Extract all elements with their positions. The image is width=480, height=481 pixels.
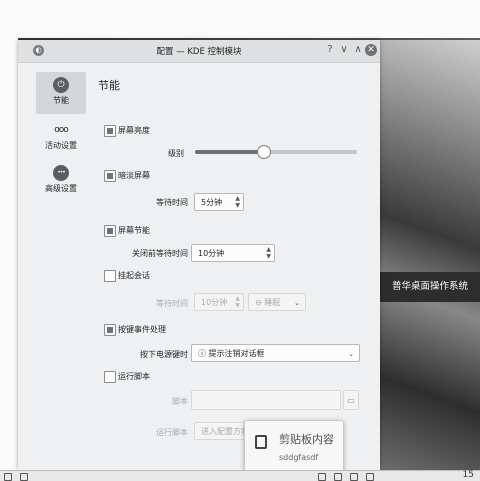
close-button[interactable]: ✕ — [365, 44, 377, 56]
run-when-value: 进入配置方案 — [201, 427, 249, 436]
screen-saving-wait-label: 关闭前等待时间 — [132, 249, 188, 258]
dim-screen-label: 暗淡屏幕 — [118, 171, 150, 180]
sidebar-item-label: 高级设置 — [45, 184, 77, 193]
power-icon: ⏻ — [53, 77, 69, 93]
button-events-checkbox[interactable] — [104, 324, 116, 336]
minimize-button[interactable]: ∨ — [338, 44, 350, 56]
screen-brightness-checkbox[interactable] — [104, 125, 116, 137]
settings-content: 节能 屏幕亮度 级别 暗淡屏幕 等待时间 5分钟 ▲ ▼ 屏幕节能 关闭前等待时间… — [88, 62, 380, 470]
clipboard-popup[interactable]: 剪贴板内容 sddgfasdf — [244, 420, 344, 474]
sidebar-item-label: 活动设置 — [45, 141, 77, 150]
dim-screen-checkbox[interactable] — [104, 170, 116, 182]
sleep-icon: ⊖ — [255, 298, 265, 307]
clipboard-popup-text: sddgfasdf — [279, 453, 319, 462]
suspend-wait-value: 10分钟 — [201, 298, 228, 307]
brightness-slider-handle[interactable] — [257, 145, 272, 159]
sidebar-item-activity-settings[interactable]: ooo 活动设置 — [36, 117, 86, 159]
button-events-label: 按键事件处理 — [118, 325, 166, 334]
spin-arrows-icon[interactable]: ▲ ▼ — [266, 246, 271, 260]
info-icon: ⓘ — [198, 349, 209, 358]
script-path-input[interactable] — [191, 390, 341, 410]
screen-saving-label: 屏幕节能 — [118, 226, 150, 235]
page-title: 节能 — [98, 79, 120, 92]
dim-wait-value: 5分钟 — [201, 198, 223, 207]
suspend-session-checkbox[interactable] — [104, 270, 116, 282]
power-button-action-value: 提示注销对话框 — [208, 349, 265, 358]
suspend-wait-spinbox[interactable]: 10分钟 ▲ ▼ — [194, 293, 244, 311]
suspend-mode-combo[interactable]: ⊖ 睡眠 ⌄ — [248, 293, 306, 311]
clock[interactable]: 15 — [463, 470, 474, 480]
screen-saving-wait-spinbox[interactable]: 10分钟 ▲ ▼ — [191, 244, 275, 262]
brightness-level-label: 级别 — [168, 149, 184, 158]
brightness-slider[interactable] — [195, 145, 357, 159]
title-bar[interactable]: ◐ 配置 — KDE 控制模块 ? ∨ ∧ ✕ — [18, 40, 380, 63]
help-button[interactable]: ? — [324, 44, 336, 56]
maximize-button[interactable]: ∧ — [352, 44, 364, 56]
suspend-session-label: 挂起会话 — [118, 271, 150, 280]
brightness-slider-fill — [195, 150, 264, 154]
kde-control-module-window: ◐ 配置 — KDE 控制模块 ? ∨ ∧ ✕ ⏻ 节能 ooo 活动设置 ••… — [18, 40, 380, 470]
activities-icon: ooo — [54, 125, 69, 135]
sidebar: ⏻ 节能 ooo 活动设置 ••• 高级设置 — [32, 70, 88, 470]
suspend-wait-label: 等待时间 — [156, 299, 188, 308]
sidebar-item-energy-saving[interactable]: ⏻ 节能 — [36, 72, 86, 114]
power-button-action-combo[interactable]: ⓘ 提示注销对话框 ⌄ — [191, 344, 360, 362]
open-file-icon[interactable]: ▭ — [343, 390, 359, 410]
run-script-label: 运行脚本 — [118, 372, 150, 381]
taskbar: 15 — [0, 470, 480, 481]
screen-saving-wait-value: 10分钟 — [198, 249, 225, 258]
more-icon: ••• — [53, 165, 69, 181]
desktop-brand-label: 普华桌面操作系统 — [380, 272, 480, 302]
spin-arrows-icon[interactable]: ▲ ▼ — [235, 295, 240, 309]
screen-brightness-label: 屏幕亮度 — [118, 126, 150, 135]
screen-saving-checkbox[interactable] — [104, 225, 116, 237]
dim-wait-spinbox[interactable]: 5分钟 ▲ ▼ — [194, 193, 244, 211]
wallpaper-polygons — [380, 40, 480, 470]
script-path-label: 脚本 — [172, 397, 188, 406]
chevron-down-icon: ⌄ — [294, 299, 300, 307]
spin-arrows-icon[interactable]: ▲ ▼ — [235, 195, 240, 209]
run-script-checkbox[interactable] — [104, 371, 116, 383]
sidebar-item-advanced-settings[interactable]: ••• 高级设置 — [36, 160, 86, 202]
power-button-label: 按下电源键时 — [140, 350, 188, 359]
clipboard-icon — [255, 435, 267, 449]
suspend-mode-value: 睡眠 — [264, 298, 281, 307]
run-when-label: 运行脚本 — [156, 428, 188, 437]
sidebar-item-label: 节能 — [53, 96, 69, 105]
chevron-down-icon: ⌄ — [348, 350, 354, 358]
clipboard-popup-title: 剪贴板内容 — [279, 433, 334, 446]
dim-wait-label: 等待时间 — [156, 198, 188, 207]
